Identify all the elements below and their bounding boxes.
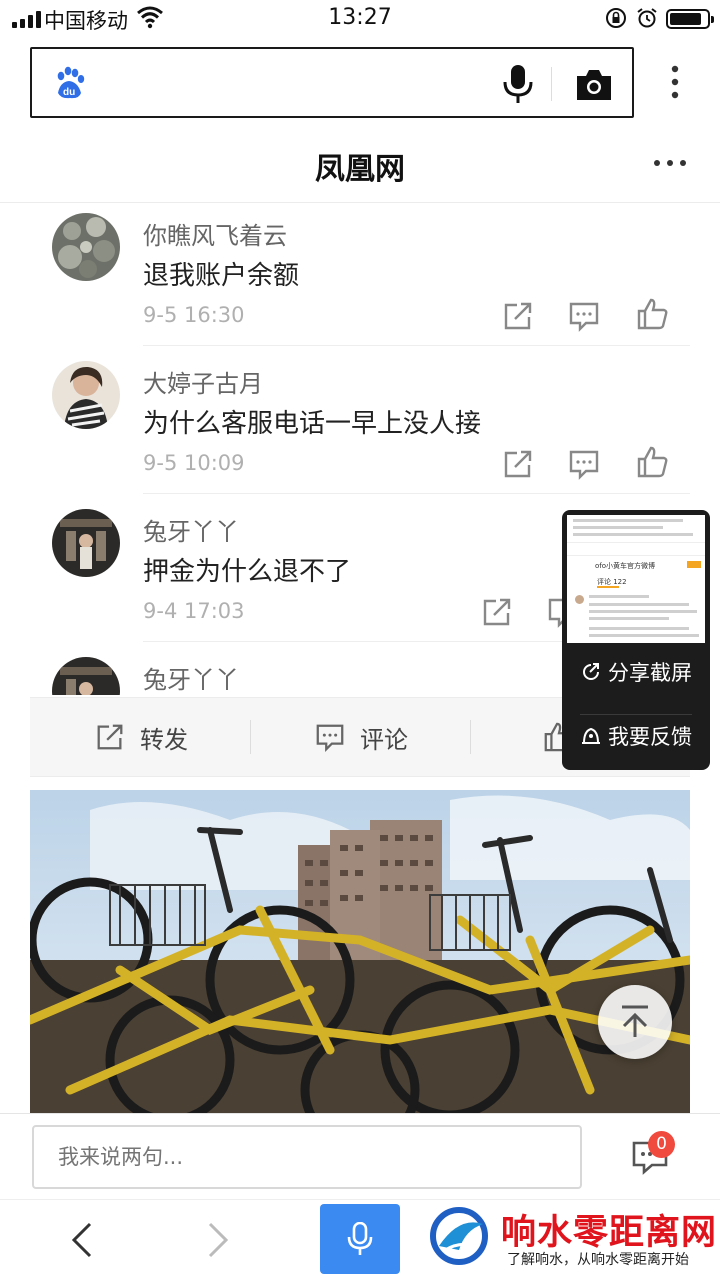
comment-button[interactable]: 评论 [314,698,408,776]
avatar[interactable] [52,361,120,429]
reply-icon[interactable] [567,447,601,481]
arrow-up-icon [622,1005,648,1037]
avatar[interactable] [52,509,120,577]
alarm-icon [637,8,657,28]
bikes-photo [30,790,690,1113]
comment-icon [316,724,344,752]
comment-text: 为什么客服电话一早上没人接 [143,409,482,439]
microphone-icon [347,1222,373,1255]
comment-bar [0,1113,720,1199]
comment-input[interactable] [32,1125,582,1189]
comment-text: 押金为什么退不了 [143,557,352,587]
commenter-name[interactable]: 大婷子古月 [143,364,263,399]
more-options-icon[interactable] [660,62,690,102]
microphone-icon[interactable] [498,63,538,105]
svg-text:du: du [63,87,75,98]
site-header: 凤凰网 [0,125,720,203]
search-box[interactable]: du [30,47,634,118]
back-arrow-icon[interactable] [66,1220,96,1260]
comment-label: 评论 [360,725,408,754]
share-icon[interactable] [480,595,514,629]
comment-time: 9-4 17:03 [143,599,245,623]
page-title: 凤凰网 [315,152,405,187]
more-horizontal-icon[interactable] [652,153,688,173]
avatar[interactable] [52,657,120,695]
share-screenshot-button[interactable]: 分享截屏 [562,643,710,701]
forward-label: 转发 [140,725,188,754]
battery-fill [670,13,701,25]
watermark-title: 响水零距离网 [501,1212,718,1253]
watermark-slogan: 了解响水，从响水零距离开始 [507,1252,689,1268]
watermark-logo-icon [430,1207,488,1265]
action-divider [250,720,251,754]
baidu-paw-logo-icon: du [57,66,85,99]
comment-time: 9-5 16:30 [143,303,245,327]
forward-arrow-icon[interactable] [202,1220,232,1260]
share-screenshot-label: 分享截屏 [608,661,692,685]
screenshot-thumbnail[interactable]: ofo小黄车官方微博 评论 122 [567,515,705,643]
feedback-label: 我要反馈 [608,725,692,749]
comment-divider [143,345,690,346]
share-refresh-icon [583,663,599,680]
comment-item: 大婷子古月 为什么客服电话一早上没人接 9-5 10:09 [0,351,720,499]
like-icon[interactable] [635,445,669,479]
voice-search-button[interactable] [320,1204,400,1274]
share-icon[interactable] [501,299,535,333]
feedback-button[interactable]: 我要反馈 [562,707,710,765]
comment-time: 9-5 10:09 [143,451,245,475]
comment-item: 你瞧风飞着云 退我账户余额 9-5 16:30 [0,203,720,351]
commenter-name[interactable]: 兔牙丫丫 [143,660,239,695]
comment-text: 退我账户余额 [143,261,300,291]
search-input[interactable] [104,59,504,107]
action-divider [470,720,471,754]
article-photo[interactable] [30,790,690,1113]
camera-icon[interactable] [574,67,614,103]
battery-icon [666,9,714,29]
share-icon[interactable] [501,447,535,481]
share-icon [97,724,123,750]
status-bar: 中国移动 13:27 [0,0,720,38]
avatar[interactable] [52,213,120,281]
screenshot-share-panel: ofo小黄车官方微博 评论 122 分享截屏 我要反馈 [562,510,710,770]
commenter-name[interactable]: 兔牙丫丫 [143,512,239,547]
commenter-name[interactable]: 你瞧风飞着云 [143,216,287,251]
thumbnail-header: ofo小黄车官方微博 [595,562,656,570]
phone-screen: 中国移动 13:27 du 凤凰网 你瞧风飞着云 退我账户余额 9-5 16:3… [0,0,720,1280]
site-watermark: 响水零距离网 了解响水，从响水零距离开始 [425,1200,720,1280]
comment-divider [143,493,690,494]
like-icon[interactable] [635,297,669,331]
rotation-lock-icon [606,8,626,28]
back-to-top-button[interactable] [598,985,672,1059]
reply-icon[interactable] [567,299,601,333]
comment-count-badge: 0 [648,1131,675,1158]
forward-button[interactable]: 转发 [94,698,188,776]
search-divider [551,67,552,101]
feedback-icon [582,727,600,744]
